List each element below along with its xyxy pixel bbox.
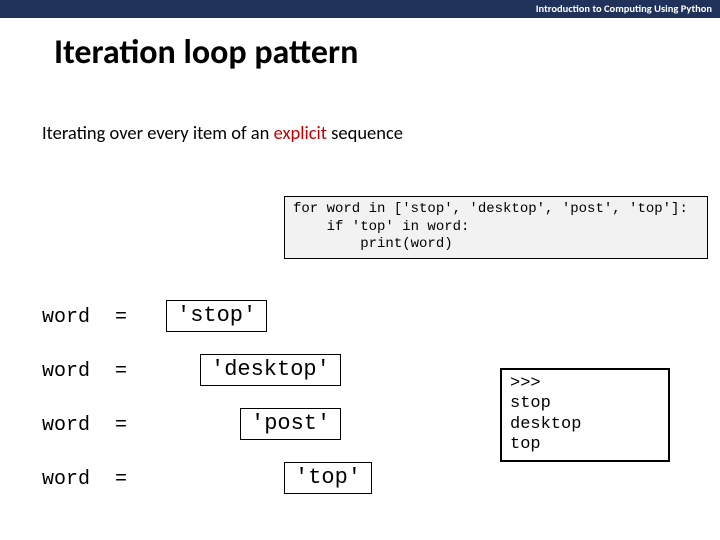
assignment-row: word = 'post' — [42, 398, 136, 452]
var-name: word — [42, 468, 106, 491]
equals-sign: = — [106, 306, 136, 329]
code-block: for word in ['stop', 'desktop', 'post', … — [284, 196, 708, 259]
equals-sign: = — [106, 360, 136, 383]
value-box: 'stop' — [166, 300, 267, 332]
subtitle: Iterating over every item of an explicit… — [0, 73, 720, 144]
assignment-rows: word = 'stop' word = 'desktop' word = 'p… — [42, 290, 136, 506]
value-box: 'top' — [284, 462, 372, 494]
value-box: 'desktop' — [200, 354, 341, 386]
assignment-row: word = 'stop' — [42, 290, 136, 344]
equals-sign: = — [106, 414, 136, 437]
var-name: word — [42, 306, 106, 329]
output-box: >>> stop desktop top — [500, 368, 670, 462]
page-title: Iteration loop pattern — [0, 18, 720, 73]
var-name: word — [42, 414, 106, 437]
subtitle-emphasis: explicit — [274, 121, 327, 144]
top-bar: Introduction to Computing Using Python — [0, 0, 720, 18]
assignment-row: word = 'desktop' — [42, 344, 136, 398]
assignment-row: word = 'top' — [42, 452, 136, 506]
value-box: 'post' — [240, 408, 341, 440]
subtitle-prefix: Iterating over every item of an — [42, 121, 274, 144]
var-name: word — [42, 360, 106, 383]
subtitle-suffix: sequence — [327, 121, 403, 144]
equals-sign: = — [106, 468, 136, 491]
